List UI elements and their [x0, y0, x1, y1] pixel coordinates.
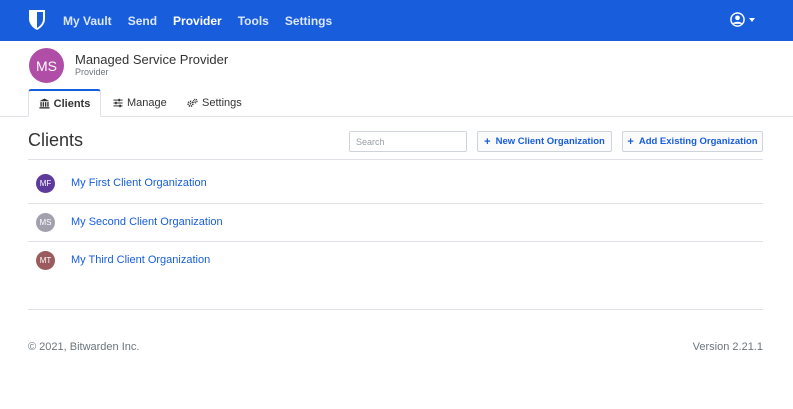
tab-settings[interactable]: Settings	[187, 89, 242, 117]
tab-manage[interactable]: Manage	[113, 89, 167, 117]
client-link[interactable]: My Third Client Organization	[71, 254, 210, 266]
chevron-down-icon	[749, 18, 755, 22]
nav-my-vault[interactable]: My Vault	[63, 14, 112, 28]
footer-copyright: © 2021, Bitwarden Inc.	[28, 341, 140, 353]
nav-tools[interactable]: Tools	[238, 14, 269, 28]
table-row: MF My First Client Organization	[28, 165, 763, 203]
footer-version: Version 2.21.1	[692, 341, 763, 353]
heading-divider	[28, 159, 763, 160]
client-link[interactable]: My First Client Organization	[71, 177, 207, 189]
add-existing-organization-button[interactable]: + Add Existing Organization	[622, 131, 763, 152]
page-title: Clients	[28, 130, 84, 150]
tab-settings-label: Settings	[202, 97, 242, 109]
account-menu[interactable]	[730, 12, 755, 27]
nav-links: My Vault Send Provider Tools Settings	[63, 0, 348, 41]
bitwarden-shield-icon[interactable]	[28, 9, 46, 31]
search-input[interactable]	[349, 131, 467, 152]
new-client-organization-label: New Client Organization	[495, 136, 605, 147]
provider-name: Managed Service Provider	[75, 52, 229, 67]
plus-icon: +	[627, 135, 634, 148]
client-avatar: MF	[36, 174, 55, 193]
footer-divider	[28, 309, 763, 310]
table-row: MT My Third Client Organization	[28, 242, 763, 280]
user-circle-icon	[730, 12, 745, 27]
bank-icon	[39, 98, 50, 109]
add-existing-organization-label: Add Existing Organization	[638, 136, 758, 147]
nav-send[interactable]: Send	[128, 14, 157, 28]
provider-avatar: MS	[29, 48, 64, 83]
nav-provider[interactable]: Provider	[173, 14, 222, 28]
provider-subtitle: Provider	[75, 67, 109, 77]
cogs-icon	[187, 98, 198, 107]
top-navbar: My Vault Send Provider Tools Settings	[0, 0, 793, 41]
tab-manage-label: Manage	[127, 97, 167, 109]
sliders-icon	[113, 98, 123, 108]
table-row: MS My Second Client Organization	[28, 204, 763, 242]
client-link[interactable]: My Second Client Organization	[71, 216, 223, 228]
client-avatar: MS	[36, 213, 55, 232]
client-avatar: MT	[36, 251, 55, 270]
new-client-organization-button[interactable]: + New Client Organization	[477, 131, 612, 152]
plus-icon: +	[484, 135, 491, 148]
nav-settings[interactable]: Settings	[285, 14, 332, 28]
tab-clients-label: Clients	[53, 97, 91, 110]
tab-clients[interactable]: Clients	[28, 89, 101, 117]
provider-tabs: Clients Manage Settings	[0, 89, 793, 117]
